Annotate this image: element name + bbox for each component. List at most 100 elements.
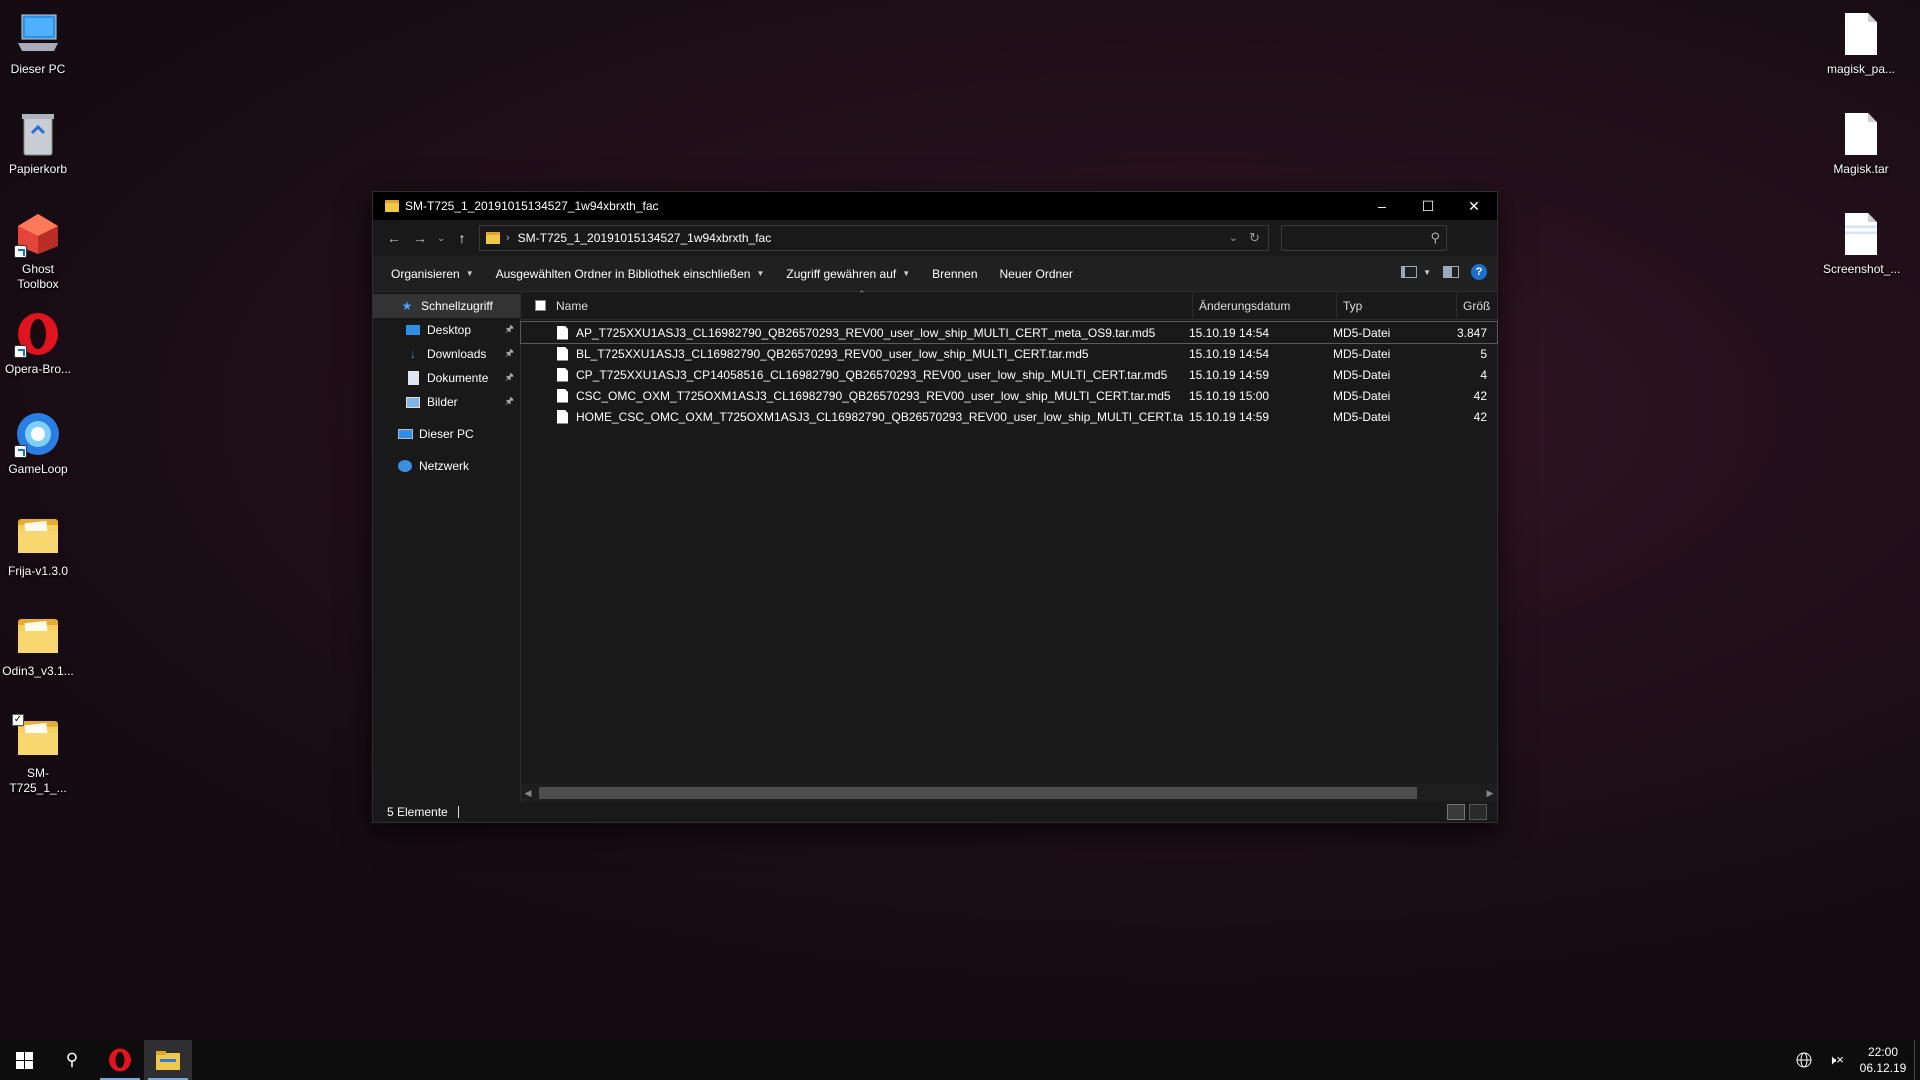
file-type: MD5-Datei: [1333, 388, 1391, 403]
desktop-icon-screenshot[interactable]: Screenshot_...: [1823, 210, 1900, 277]
desktop-icon-magisk-patched[interactable]: magisk_pa...: [1823, 10, 1899, 77]
file-type: MD5-Datei: [1333, 346, 1391, 361]
nav-item-downloads[interactable]: ↓ Downloads 🖈: [373, 342, 520, 366]
nav-item-this-pc[interactable]: Dieser PC: [373, 422, 520, 446]
status-divider: [457, 806, 459, 818]
large-icons-view-button[interactable]: [1469, 804, 1487, 820]
folder-icon: [486, 232, 500, 244]
star-icon: ★: [401, 299, 413, 313]
file-row[interactable]: HOME_CSC_OMC_OXM_T725OXM1ASJ3_CL16982790…: [521, 406, 1497, 427]
new-folder-button[interactable]: Neuer Ordner: [992, 267, 1081, 281]
taskbar-opera[interactable]: [96, 1040, 144, 1080]
file-date: 15.10.19 15:00: [1189, 388, 1270, 403]
nav-item-label: Schnellzugriff: [421, 299, 493, 313]
desktop-icon-odin[interactable]: Odin3_v3.1...: [0, 612, 76, 679]
desktop-icon-opera[interactable]: Opera-Bro...: [0, 310, 76, 377]
column-type[interactable]: Typ: [1337, 291, 1457, 320]
search-icon: ⚲: [1430, 230, 1440, 245]
search-button[interactable]: ⚲: [48, 1040, 96, 1080]
nav-item-label: Desktop: [427, 323, 472, 337]
pin-icon[interactable]: 🖈: [505, 346, 514, 363]
horizontal-scrollbar[interactable]: ◀ ▶: [521, 784, 1497, 802]
desktop-icon-sm-t725-folder[interactable]: ✓ SM-T725_1_...: [0, 714, 76, 796]
network-globe-icon[interactable]: [1788, 1040, 1820, 1080]
column-header: ⌃ Name Änderungsdatum Typ Größ: [521, 289, 1497, 320]
clock[interactable]: 22:00 06.12.19: [1852, 1044, 1914, 1076]
nav-item-desktop[interactable]: Desktop 🖈: [373, 318, 520, 342]
desktop-icon-frija[interactable]: Frija-v1.3.0: [0, 512, 76, 579]
desktop-icon-magisk-tar[interactable]: Magisk.tar: [1823, 110, 1899, 177]
column-name[interactable]: Name: [521, 291, 1193, 320]
back-arrow-icon[interactable]: ←: [381, 224, 407, 252]
share-button[interactable]: Zugriff gewähren auf ▼: [778, 267, 918, 281]
nav-item-documents[interactable]: Dokumente 🖈: [373, 366, 520, 390]
refresh-icon[interactable]: ↻: [1249, 230, 1260, 246]
nav-item-quick-access[interactable]: ★ Schnellzugriff: [373, 294, 520, 318]
file-explorer-icon: [156, 1051, 180, 1070]
show-desktop-button[interactable]: [1914, 1040, 1920, 1080]
help-icon[interactable]: ?: [1471, 264, 1487, 280]
address-dropdown-icon[interactable]: ⌄: [1229, 231, 1238, 244]
pin-icon[interactable]: 🖈: [505, 394, 514, 411]
desktop-icon-label: Papierkorb: [8, 162, 68, 176]
address-bar[interactable]: › SM-T725_1_20191015134527_1w94xbrxth_fa…: [479, 225, 1269, 251]
file-icon: [1837, 110, 1885, 158]
up-arrow-icon[interactable]: ↑: [449, 224, 475, 252]
column-date[interactable]: Änderungsdatum: [1193, 291, 1337, 320]
breadcrumb-chevron-icon[interactable]: ›: [506, 232, 510, 244]
start-button[interactable]: [0, 1040, 48, 1080]
file-type: MD5-Datei: [1333, 367, 1391, 382]
title-bar[interactable]: SM-T725_1_20191015134527_1w94xbrxth_fac …: [373, 192, 1497, 220]
taskbar-file-explorer[interactable]: [144, 1040, 192, 1080]
include-library-button[interactable]: Ausgewählten Ordner in Bibliothek einsch…: [488, 267, 773, 281]
nav-item-network[interactable]: Netzwerk: [373, 454, 520, 478]
file-row[interactable]: CP_T725XXU1ASJ3_CP14058516_CL16982790_QB…: [521, 364, 1497, 385]
gameloop-icon: [14, 410, 62, 458]
details-view-button[interactable]: [1447, 804, 1465, 820]
desktop-icon-label: GameLoop: [8, 462, 68, 476]
organize-label: Organisieren: [391, 266, 460, 281]
desktop-icon-label: Dieser PC: [10, 62, 66, 76]
maximize-button[interactable]: ☐: [1405, 192, 1451, 220]
scroll-left-icon[interactable]: ◀: [521, 788, 535, 799]
preview-pane-icon[interactable]: [1443, 266, 1459, 278]
forward-arrow-icon[interactable]: →: [407, 224, 433, 252]
address-path[interactable]: SM-T725_1_20191015134527_1w94xbrxth_fac: [518, 231, 772, 245]
file-size: 3.847: [1456, 325, 1487, 340]
close-button[interactable]: ✕: [1451, 192, 1497, 220]
search-input[interactable]: ⚲: [1281, 225, 1447, 251]
change-view-icon[interactable]: ▼: [1401, 266, 1431, 278]
file-row[interactable]: CSC_OMC_OXM_T725OXM1ASJ3_CL16982790_QB26…: [521, 385, 1497, 406]
desktop-icon-this-pc[interactable]: Dieser PC: [0, 10, 76, 77]
pictures-icon: [405, 395, 421, 409]
file-icon: [557, 325, 568, 340]
item-count: 5 Elemente: [387, 805, 448, 819]
desktop-icon-ghost-toolbox[interactable]: Ghost Toolbox: [0, 210, 76, 292]
nav-item-label: Bilder: [427, 395, 458, 409]
file-row[interactable]: BL_T725XXU1ASJ3_CL16982790_QB26570293_RE…: [521, 343, 1497, 364]
organize-button[interactable]: Organisieren ▼: [383, 267, 482, 281]
volume-muted-icon[interactable]: 🕨×: [1820, 1040, 1852, 1080]
nav-item-pictures[interactable]: Bilder 🖈: [373, 390, 520, 414]
navigation-bar: ← → ⌄ ↑ › SM-T725_1_20191015134527_1w94x…: [373, 220, 1497, 256]
checkbox-icon: ✓: [12, 714, 24, 726]
file-icon: [1837, 10, 1885, 58]
desktop-icon-label: Magisk.tar: [1833, 162, 1889, 176]
select-all-checkbox[interactable]: [535, 300, 546, 311]
desktop-icon-gameloop[interactable]: GameLoop: [0, 410, 76, 477]
burn-button[interactable]: Brennen: [924, 267, 985, 281]
file-row[interactable]: AP_T725XXU1ASJ3_CL16982790_QB26570293_RE…: [520, 321, 1498, 344]
scroll-right-icon[interactable]: ▶: [1483, 788, 1497, 799]
computer-icon: [397, 427, 413, 441]
desktop-icon-recycle-bin[interactable]: Papierkorb: [0, 110, 76, 177]
recent-locations-chevron-icon[interactable]: ⌄: [433, 224, 449, 252]
desktop-icon-label: magisk_pa...: [1826, 62, 1896, 76]
scrollbar-thumb[interactable]: [539, 787, 1417, 799]
ghost-toolbox-icon: [14, 210, 62, 258]
column-size[interactable]: Größ: [1457, 292, 1497, 320]
file-date: 15.10.19 14:54: [1189, 325, 1270, 340]
minimize-button[interactable]: –: [1359, 192, 1405, 220]
pin-icon[interactable]: 🖈: [505, 370, 514, 387]
system-tray: 🕨× 22:00 06.12.19: [1788, 1040, 1920, 1080]
pin-icon[interactable]: 🖈: [505, 322, 514, 339]
